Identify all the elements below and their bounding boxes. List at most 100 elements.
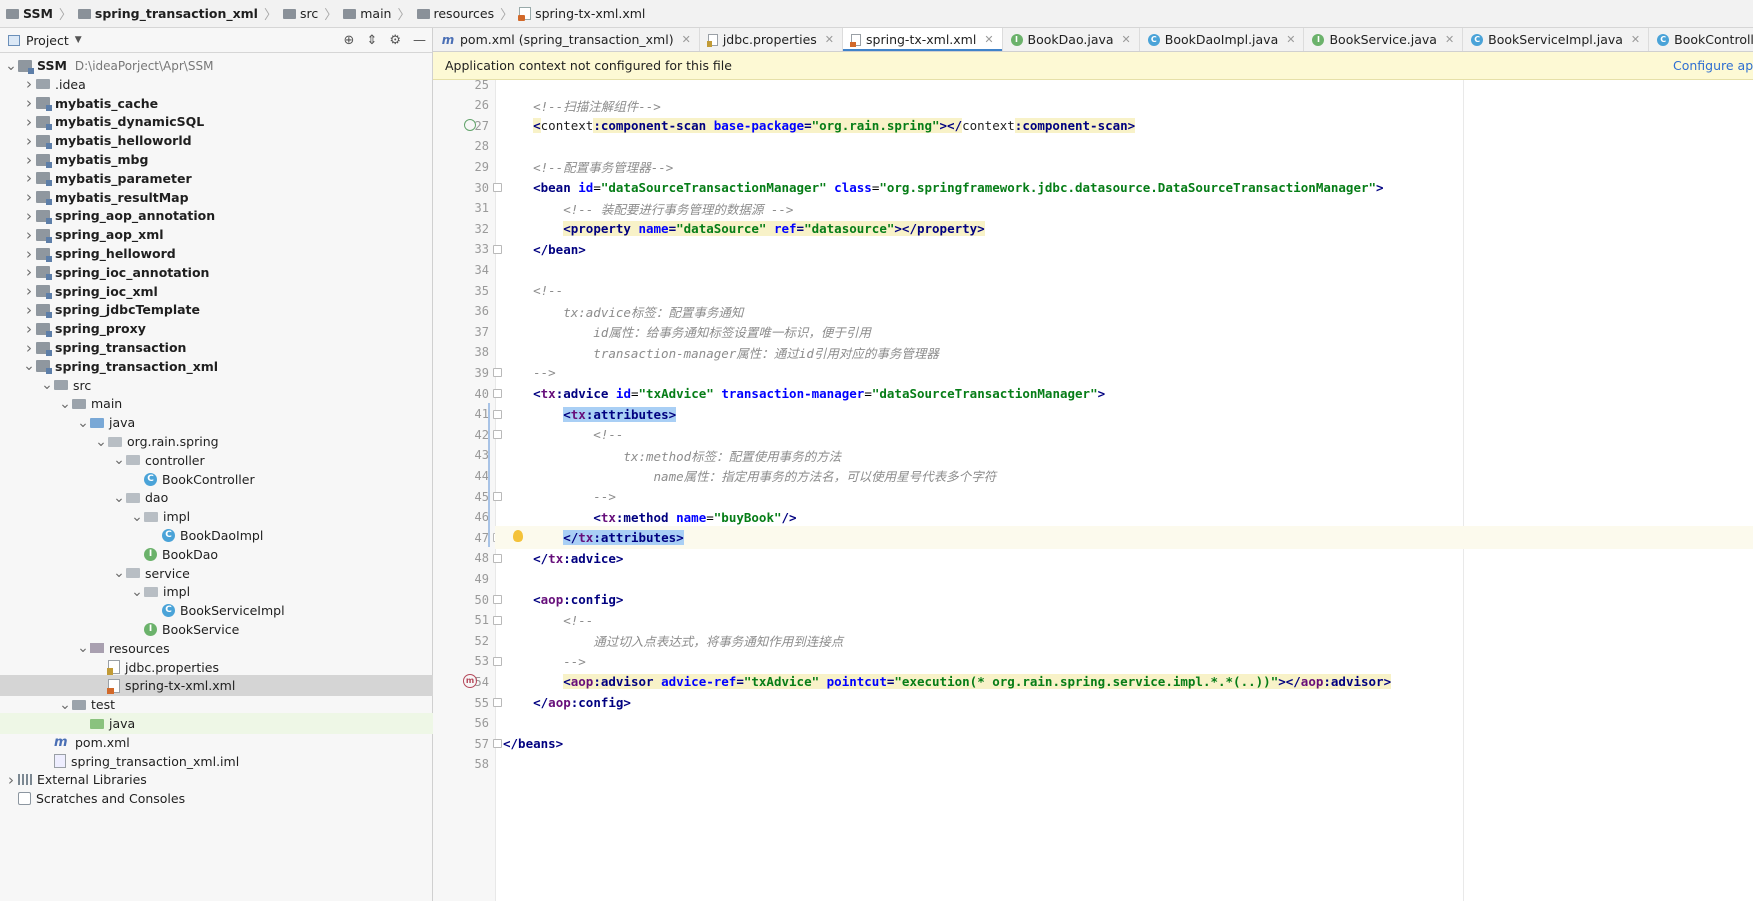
chevron-down-icon[interactable]: ⌄ <box>94 435 108 449</box>
chevron-right-icon[interactable]: › <box>22 113 36 131</box>
breadcrumb-item[interactable]: SSM 〉 <box>0 0 72 28</box>
module-icon <box>36 115 52 130</box>
tree-item-label: pom.xml <box>75 734 130 750</box>
code-token: name <box>676 509 707 525</box>
chevron-right-icon[interactable]: › <box>22 75 36 93</box>
code-token: ref <box>773 221 797 237</box>
tree-item-label: spring_ioc_annotation <box>55 264 210 280</box>
fold-marker-icon[interactable] <box>493 368 502 378</box>
fold-marker-icon[interactable] <box>493 492 502 501</box>
locate-file-icon[interactable]: ⊕ <box>344 33 355 48</box>
editor-tab[interactable]: m pom.xml (spring_transaction_xml) ✕ <box>433 28 700 51</box>
code-token: <!-- <box>503 283 564 298</box>
line-number: 46 <box>433 506 489 529</box>
chevron-right-icon[interactable]: › <box>22 263 36 281</box>
fold-marker-icon[interactable] <box>493 656 502 666</box>
fold-marker-icon[interactable] <box>493 409 502 419</box>
chevron-right-icon[interactable]: › <box>22 282 36 300</box>
chevron-down-icon[interactable]: ⌄ <box>58 698 72 712</box>
line-number-text: 39 <box>474 365 489 380</box>
chevron-down-icon[interactable]: ⌄ <box>76 416 90 430</box>
module-icon <box>36 209 52 224</box>
code-token: </beans> <box>503 736 564 752</box>
fold-marker-icon[interactable] <box>493 183 502 192</box>
fold-marker-icon[interactable] <box>493 615 502 625</box>
fold-marker-icon[interactable] <box>493 389 502 398</box>
breadcrumb-item[interactable]: spring-tx-xml.xml <box>513 0 645 28</box>
code-token: ></ <box>1278 674 1301 690</box>
chevron-right-icon[interactable]: › <box>22 207 36 225</box>
minimize-icon[interactable]: — <box>413 33 426 48</box>
editor-tab[interactable]: spring-tx-xml.xml ✕ <box>843 28 1003 51</box>
chevron-right-icon[interactable]: › <box>22 301 36 319</box>
close-icon[interactable]: ✕ <box>1445 33 1454 46</box>
chevron-down-icon[interactable]: ⌄ <box>112 566 126 580</box>
chevron-down-icon[interactable]: ⌄ <box>58 397 72 411</box>
fold-marker-icon[interactable] <box>493 595 502 604</box>
close-icon[interactable]: ✕ <box>825 33 834 46</box>
close-icon[interactable]: ✕ <box>682 33 691 46</box>
code-token: transaction-manager <box>721 386 865 401</box>
code-token: tx:advice标签：配置事务通知 <box>503 304 744 320</box>
code-editor[interactable]: 25 26 27 28 29 30 31 32 33 34 35 36 37 38 39 40 41 42 43 44… <box>433 80 1753 901</box>
chevron-down-icon[interactable]: ⌄ <box>40 378 54 392</box>
class-icon: C <box>1471 33 1484 46</box>
code-token: :config> <box>570 695 631 710</box>
chevron-right-icon[interactable]: › <box>22 245 36 263</box>
chevron-down-icon[interactable]: ⌄ <box>112 491 126 505</box>
breadcrumb-item[interactable]: resources 〉 <box>411 0 513 28</box>
close-icon[interactable]: ✕ <box>1122 33 1131 46</box>
editor-tab[interactable]: jdbc.properties ✕ <box>700 28 844 51</box>
chevron-right-icon[interactable]: › <box>22 151 36 169</box>
fold-marker-icon[interactable] <box>493 739 502 749</box>
chevron-down-icon[interactable]: ⌄ <box>4 59 18 73</box>
tree-item-label: java <box>109 716 136 731</box>
editor-tab[interactable]: C BookDaoImpl.java ✕ <box>1140 28 1305 51</box>
editor-tab[interactable]: I BookService.java ✕ <box>1304 28 1464 51</box>
chevron-down-icon[interactable]: ⌄ <box>22 359 36 373</box>
breadcrumb-item[interactable]: src 〉 <box>277 0 337 28</box>
collapse-all-icon[interactable]: ⇕ <box>366 33 377 48</box>
chevron-right-icon[interactable]: › <box>22 339 36 357</box>
editor-tab[interactable]: CBookController.java✕ <box>1649 28 1753 51</box>
module-icon <box>36 360 52 375</box>
chevron-down-icon[interactable]: ⌄ <box>112 453 126 467</box>
line-number: 27 <box>433 114 489 137</box>
project-view-selector[interactable]: Project ▼ <box>8 33 82 48</box>
line-number: 57 <box>433 732 489 755</box>
editor-gutter[interactable]: 25 26 27 28 29 30 31 32 33 34 35 36 37 38 39 40 41 42 43 44… <box>433 80 502 901</box>
chevron-down-icon[interactable]: ⌄ <box>76 641 90 655</box>
chevron-right-icon[interactable]: › <box>22 169 36 187</box>
fold-marker-icon[interactable] <box>493 244 502 254</box>
close-icon[interactable]: ✕ <box>1631 33 1640 46</box>
code-token: tx <box>540 386 556 401</box>
fold-marker-icon[interactable] <box>493 430 502 440</box>
chevron-right-icon[interactable]: › <box>22 226 36 244</box>
tree-item-label: mybatis_helloworld <box>55 133 192 149</box>
line-number-text: 31 <box>474 201 489 216</box>
breadcrumb-item[interactable]: main 〉 <box>337 0 411 28</box>
editor-tab-label: spring-tx-xml.xml <box>866 32 977 47</box>
fold-marker-icon[interactable] <box>493 553 502 563</box>
editor-tab[interactable]: C BookServiceImpl.java ✕ <box>1463 28 1650 51</box>
chevron-right-icon[interactable]: › <box>22 132 36 150</box>
fold-marker-icon[interactable] <box>493 698 502 707</box>
close-icon[interactable]: ✕ <box>984 33 993 46</box>
code-line: <bean id = "dataSourceTransactionManager" … <box>503 176 1383 199</box>
intention-bulb-icon[interactable] <box>513 530 523 543</box>
chevron-right-icon[interactable]: › <box>22 320 36 338</box>
tree-item[interactable]: Scratches and Consoles <box>0 788 436 809</box>
configure-app-link[interactable]: Configure app <box>1673 58 1753 73</box>
editor-tab[interactable]: I BookDao.java ✕ <box>1003 28 1140 51</box>
chevron-right-icon[interactable]: › <box>4 771 18 789</box>
project-panel: Project ▼ ⊕ ⇕ ⚙ — ⌄ SSM D:\ideaPorject\Apr… <box>0 28 526 901</box>
gear-icon[interactable]: ⚙ <box>389 33 401 48</box>
close-icon[interactable]: ✕ <box>1286 33 1295 46</box>
tree-item-label: dao <box>145 490 169 506</box>
chevron-down-icon[interactable]: ⌄ <box>130 585 144 599</box>
chevron-right-icon[interactable]: › <box>22 94 36 112</box>
chevron-right-icon[interactable]: › <box>22 188 36 206</box>
line-number: 37 <box>433 320 489 343</box>
chevron-down-icon[interactable]: ⌄ <box>130 510 144 524</box>
breadcrumb-item[interactable]: spring_transaction_xml 〉 <box>72 0 277 28</box>
